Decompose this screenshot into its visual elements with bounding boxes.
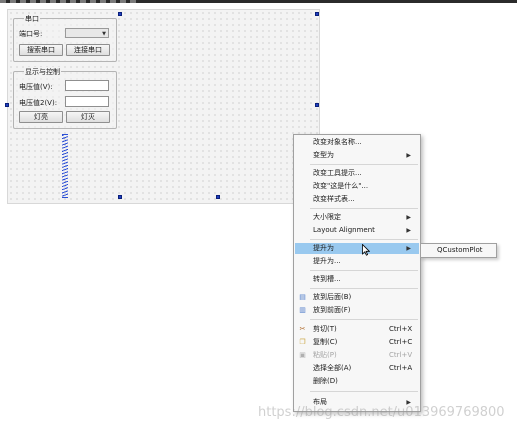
menu-separator [310,270,418,271]
menu-item-promote-to-dialog[interactable]: 提升为... [295,256,419,267]
paste-icon: ▣ [299,351,306,359]
menu-separator [310,391,418,392]
menu-item-send-to-back[interactable]: ▤ 放到后面(B) [295,292,419,303]
form-canvas[interactable]: 串口 端口号: ▼ 搜索串口 连接串口 显示与控制 电压值(V): 电压值2(V… [5,9,320,204]
port-label: 端口号: [19,30,43,38]
submenu-arrow-icon: ▶ [406,152,411,159]
resize-handle-mid-left[interactable] [5,103,9,107]
submenu-arrow-icon: ▶ [406,245,411,252]
menu-item-copy[interactable]: ❐ 复制(C) Ctrl+C [295,337,419,348]
menu-separator [310,288,418,289]
vertical-spacer[interactable] [62,134,68,198]
chevron-down-icon: ▼ [102,31,106,37]
menu-separator [310,319,418,320]
resize-handle-bottom-center[interactable] [216,195,220,199]
menu-separator [310,164,418,165]
menu-separator [310,208,418,209]
menu-item-label: 提升为... [313,257,341,265]
menu-item-shortcut: Ctrl+A [389,364,413,372]
resize-handle-top-right[interactable] [315,12,319,16]
menu-item-shortcut: Ctrl+C [389,338,413,346]
menu-item-label: 转到槽... [313,275,341,283]
menu-item-label: 粘贴(P) [313,351,337,359]
title-bar-icons [0,0,140,3]
menu-item-label: 剪切(T) [313,325,337,333]
menu-item-select-all[interactable]: 选择全部(A) Ctrl+A [295,363,419,374]
context-menu: 改变对象名称... 变型为 ▶ 改变工具提示... 改变"这是什么"... 改变样… [293,134,421,412]
menu-item-change-object-name[interactable]: 改变对象名称... [295,137,419,148]
menu-item-layout-alignment[interactable]: Layout Alignment ▶ [295,225,419,236]
submenu-arrow-icon: ▶ [406,214,411,221]
menu-item-go-to-slot[interactable]: 转到槽... [295,274,419,285]
cut-icon: ✂ [299,325,306,333]
menu-item-label: 复制(C) [313,338,338,346]
menu-item-label: 大小限定 [313,213,341,221]
menu-item-label: 改变"这是什么"... [313,182,369,190]
menu-item-label: 改变工具提示... [313,169,362,177]
connect-port-button[interactable]: 连接串口 [66,44,110,56]
menu-item-paste: ▣ 粘贴(P) Ctrl+V [295,350,419,361]
voltage1-field[interactable] [65,80,109,91]
port-combobox[interactable]: ▼ [65,28,109,38]
menu-item-change-whatsthis[interactable]: 改变"这是什么"... [295,181,419,192]
window-title-bar [0,0,517,3]
menu-item-label: Layout Alignment [313,226,375,234]
submenu-item-qcustomplot[interactable]: QCustomPlot [437,246,483,255]
light-off-button[interactable]: 灯灭 [66,111,110,123]
menu-item-label: 改变样式表... [313,195,355,203]
resize-handle-bottom-left[interactable] [118,195,122,199]
menu-item-change-stylesheet[interactable]: 改变样式表... [295,194,419,205]
menu-item-shortcut: Ctrl+X [389,325,413,333]
menu-item-label: 删除(D) [313,377,338,385]
menu-item-bring-to-front[interactable]: ▥ 放到前面(F) [295,305,419,316]
voltage2-field[interactable] [65,96,109,107]
menu-item-label: 选择全部(A) [313,364,352,372]
menu-item-shortcut: Ctrl+V [389,351,413,359]
menu-item-change-tooltip[interactable]: 改变工具提示... [295,168,419,179]
resize-handle-top-center[interactable] [118,12,122,16]
menu-item-delete[interactable]: 删除(D) [295,376,419,387]
menu-item-cut[interactable]: ✂ 剪切(T) Ctrl+X [295,324,419,335]
menu-item-label: 变型为 [313,151,334,159]
menu-item-label: 改变对象名称... [313,138,362,146]
submenu-arrow-icon: ▶ [406,227,411,234]
promote-to-submenu: QCustomPlot [420,243,497,258]
search-port-button[interactable]: 搜索串口 [19,44,63,56]
menu-item-label: 提升为 [313,244,334,252]
voltage2-label: 电压值2(V): [19,99,58,107]
mouse-cursor-icon [362,244,370,256]
resize-handle-mid-right[interactable] [315,103,319,107]
menu-item-morph-into[interactable]: 变型为 ▶ [295,150,419,161]
menu-item-promote-to[interactable]: 提升为 ▶ [295,243,419,254]
menu-item-label: 放到前面(F) [313,306,351,314]
menu-item-label: 放到后面(B) [313,293,352,301]
menu-separator [310,239,418,240]
copy-icon: ❐ [299,338,306,346]
light-on-button[interactable]: 灯亮 [19,111,63,123]
menu-item-size-constraints[interactable]: 大小限定 ▶ [295,212,419,223]
voltage1-label: 电压值(V): [19,83,53,91]
display-group-title: 显示与控制 [24,67,61,77]
send-to-back-icon: ▤ [299,293,306,301]
bring-to-front-icon: ▥ [299,306,306,314]
watermark-text: https://blog.csdn.net/u013969769800 [258,405,505,420]
serial-group-title: 串口 [24,14,40,24]
